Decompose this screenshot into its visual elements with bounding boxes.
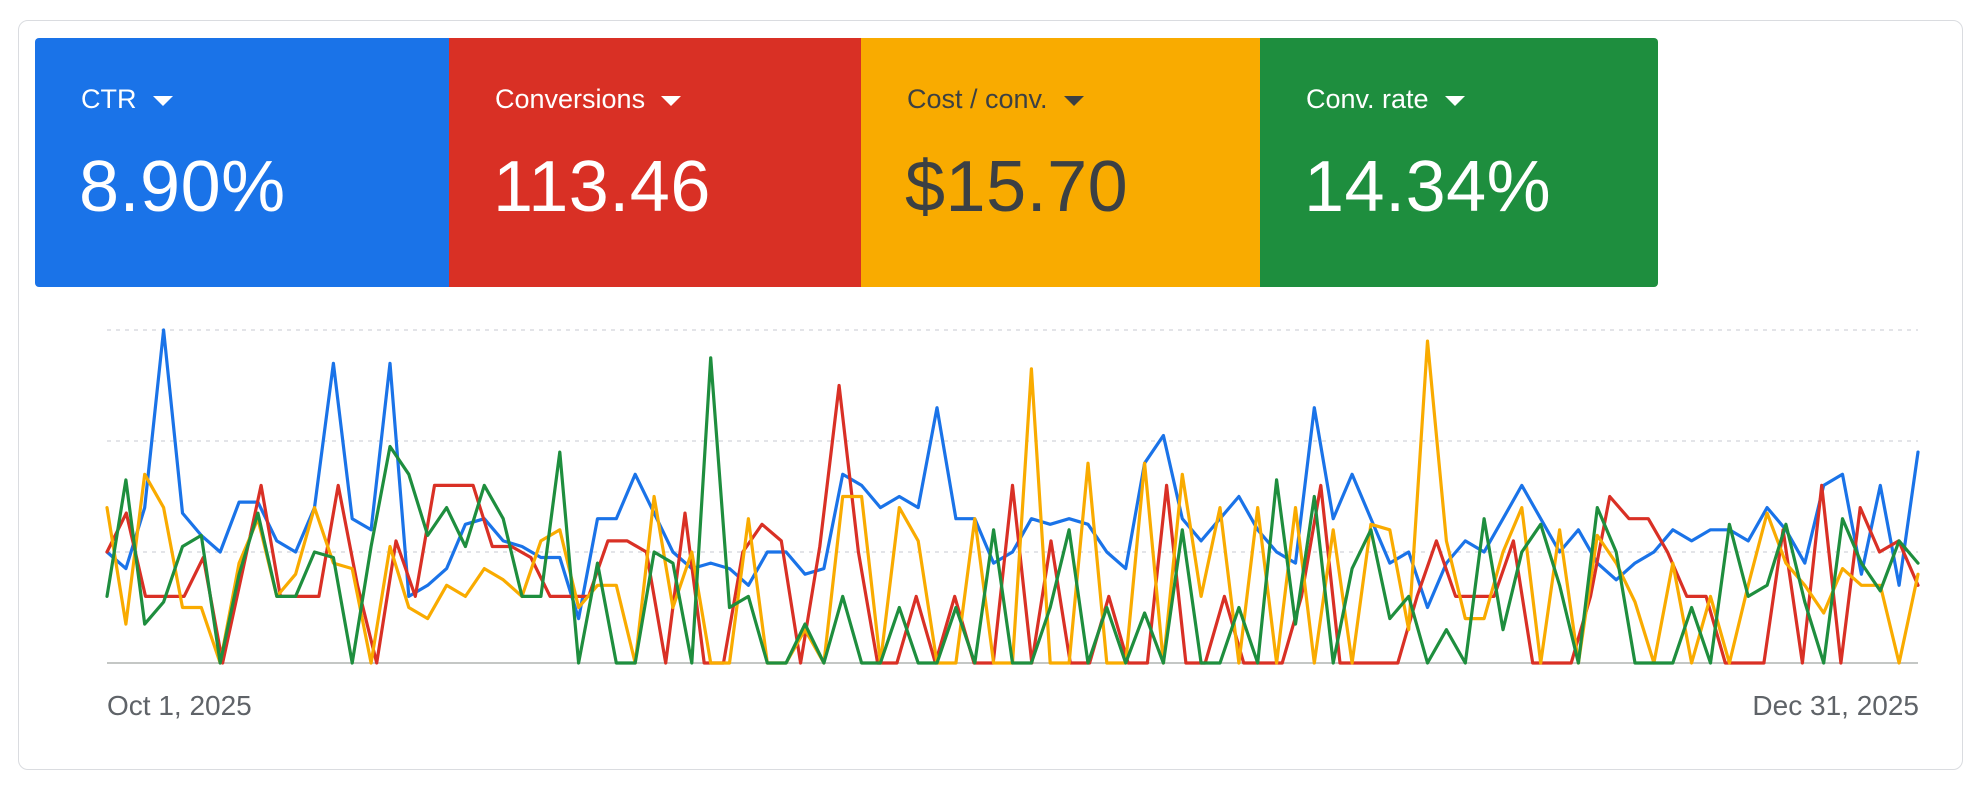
series-line-ctr xyxy=(105,328,1920,621)
x-axis-end-label: Dec 31, 2025 xyxy=(1752,690,1919,721)
x-axis-start-label: Oct 1, 2025 xyxy=(107,690,252,721)
line-chart xyxy=(105,328,1920,665)
